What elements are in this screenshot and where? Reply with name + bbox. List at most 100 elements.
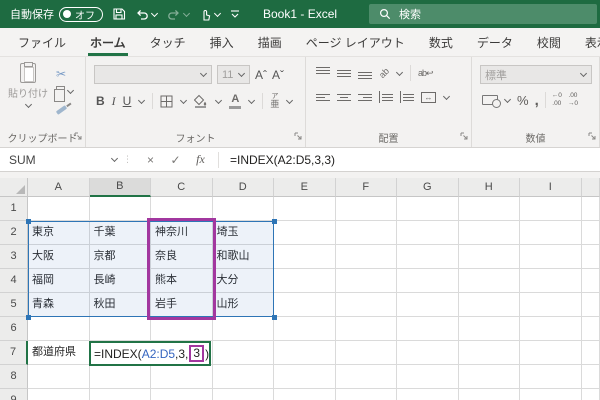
cell-e6[interactable]	[274, 317, 336, 341]
selection-handle-topright[interactable]	[272, 219, 277, 224]
column-header-f[interactable]: F	[335, 178, 397, 197]
column-header-c[interactable]: C	[151, 178, 213, 197]
cell-f2[interactable]	[335, 221, 397, 245]
formula-bar-grip[interactable]: ⋮	[118, 154, 138, 165]
search-input[interactable]: 検索	[369, 4, 597, 24]
redo-dropdown-icon[interactable]	[182, 9, 191, 17]
decrease-decimal-button[interactable]: .00 →0	[568, 92, 578, 108]
format-painter-button[interactable]	[55, 101, 74, 115]
cell-g4[interactable]	[397, 269, 459, 293]
cell-d9[interactable]	[213, 389, 274, 400]
cell-h1[interactable]	[458, 197, 520, 221]
align-center-icon[interactable]	[337, 91, 351, 103]
cell-b1[interactable]	[89, 197, 151, 221]
cell-a2[interactable]: 東京	[28, 221, 90, 245]
underline-dropdown-icon[interactable]	[138, 96, 146, 104]
cell-c9[interactable]	[151, 389, 213, 400]
cell-h3[interactable]	[458, 245, 520, 269]
font-color-dropdown-icon[interactable]	[248, 96, 256, 104]
cell-h9[interactable]	[459, 389, 520, 400]
align-top-icon[interactable]	[316, 67, 330, 79]
cell-i1[interactable]	[520, 197, 582, 221]
cell-b8[interactable]	[89, 365, 151, 389]
cell-d4[interactable]: 大分	[212, 269, 274, 293]
column-header-e[interactable]: E	[274, 178, 336, 197]
cell-b2[interactable]: 千葉	[89, 221, 151, 245]
align-right-icon[interactable]	[358, 91, 372, 103]
name-box[interactable]: SUM	[0, 153, 119, 167]
font-size-combo[interactable]: 11	[217, 65, 250, 84]
cell-a6[interactable]	[28, 317, 90, 341]
alignment-dialog-launcher[interactable]	[460, 131, 468, 143]
cell-d5[interactable]: 山形	[212, 293, 274, 317]
align-middle-icon[interactable]	[337, 67, 351, 79]
worksheet-grid[interactable]: A B C D E F G H I 1 2 東京 千葉 神奈川 埼玉 3 大阪 …	[0, 178, 600, 400]
cell-g8[interactable]	[397, 365, 459, 389]
column-header-h[interactable]: H	[458, 178, 520, 197]
row-header-3[interactable]: 3	[0, 245, 28, 269]
cell-e1[interactable]	[274, 197, 336, 221]
cell-d1[interactable]	[212, 197, 274, 221]
tab-formulas[interactable]: 数式	[417, 28, 465, 56]
cell-d3[interactable]: 和歌山	[212, 245, 274, 269]
column-header-a[interactable]: A	[28, 178, 90, 197]
cell-a8[interactable]	[28, 365, 90, 389]
cell-a7[interactable]: 都道府県	[28, 341, 90, 365]
selection-handle-bottomright[interactable]	[272, 315, 277, 320]
tab-draw[interactable]: 描画	[246, 28, 294, 56]
cell-b9[interactable]	[90, 389, 151, 400]
cell-g7[interactable]	[397, 341, 459, 365]
cell-b3[interactable]: 京都	[89, 245, 151, 269]
align-bottom-icon[interactable]	[358, 67, 372, 79]
tab-touch[interactable]: タッチ	[138, 28, 198, 56]
cell-g2[interactable]	[397, 221, 459, 245]
cell-e4[interactable]	[274, 269, 336, 293]
select-all-button[interactable]	[0, 178, 28, 197]
row-header-5[interactable]: 5	[0, 293, 28, 317]
tab-insert[interactable]: 挿入	[198, 28, 246, 56]
column-header-d[interactable]: D	[212, 178, 274, 197]
cell-f9[interactable]	[336, 389, 397, 400]
cell-a4[interactable]: 福岡	[28, 269, 90, 293]
phonetic-guide-button[interactable]: ア 亜	[270, 93, 279, 109]
fill-color-icon[interactable]	[194, 94, 208, 108]
selection-handle-bottomleft[interactable]	[26, 315, 31, 320]
cell-f6[interactable]	[335, 317, 397, 341]
cell-e5[interactable]	[274, 293, 336, 317]
orientation-dropdown-icon[interactable]	[395, 68, 404, 76]
cell-b4[interactable]: 長崎	[89, 269, 151, 293]
cell-a5[interactable]: 青森	[28, 293, 90, 317]
tab-file[interactable]: ファイル	[6, 28, 78, 56]
row-header-8[interactable]: 8	[0, 365, 28, 389]
cell-i9[interactable]	[520, 389, 582, 400]
autosave-pill[interactable]: オフ	[59, 6, 103, 22]
selection-handle-topleft[interactable]	[26, 219, 31, 224]
cell-i2[interactable]	[520, 221, 582, 245]
cell-d6[interactable]	[212, 317, 274, 341]
cell-i6[interactable]	[520, 317, 582, 341]
cell-e9[interactable]	[274, 389, 336, 400]
tab-review[interactable]: 校閲	[525, 28, 573, 56]
cancel-button[interactable]: ×	[138, 153, 163, 167]
tab-home[interactable]: ホーム	[78, 28, 138, 56]
cell-g3[interactable]	[397, 245, 459, 269]
tab-page-layout[interactable]: ページ レイアウト	[294, 28, 417, 56]
shrink-font-button[interactable]: Aˇ	[272, 68, 284, 82]
undo-dropdown-icon[interactable]	[150, 9, 159, 17]
cell-e8[interactable]	[274, 365, 336, 389]
cell-c5[interactable]: 岩手	[151, 293, 213, 317]
number-dialog-launcher[interactable]	[588, 131, 596, 143]
cell-f7[interactable]	[335, 341, 397, 365]
percent-style-button[interactable]: %	[517, 93, 529, 108]
underline-button[interactable]: U	[123, 94, 132, 108]
undo-button[interactable]	[135, 8, 159, 21]
cell-f8[interactable]	[335, 365, 397, 389]
cell-h7[interactable]	[458, 341, 520, 365]
increase-decimal-button[interactable]: ←0 .00	[552, 92, 562, 108]
cell-d2[interactable]: 埼玉	[212, 221, 274, 245]
row-header-1[interactable]: 1	[0, 197, 28, 221]
cell-a3[interactable]: 大阪	[28, 245, 90, 269]
cell-f3[interactable]	[335, 245, 397, 269]
enter-button[interactable]: ✓	[163, 153, 188, 167]
cell-b6[interactable]	[89, 317, 151, 341]
